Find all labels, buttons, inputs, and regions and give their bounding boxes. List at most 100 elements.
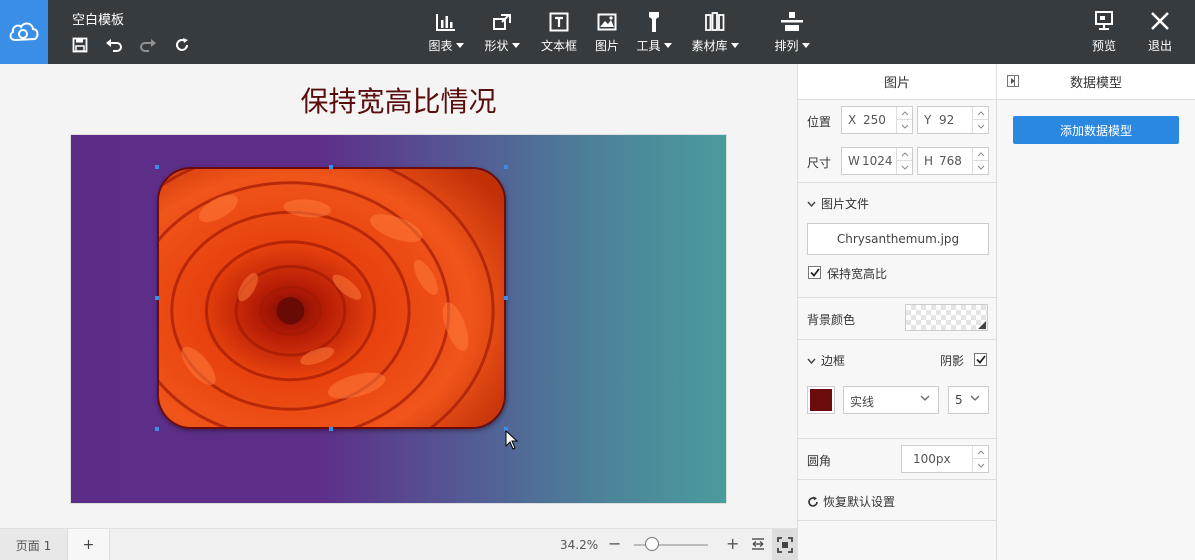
exit-button[interactable]: 退出 <box>1146 10 1174 54</box>
page-tab[interactable]: 页面 1 <box>0 529 68 560</box>
zoom-slider-handle[interactable] <box>645 537 659 551</box>
chevron-down-icon[interactable] <box>973 120 988 133</box>
library-icon <box>705 10 725 34</box>
toolbar-arrange[interactable]: 排列 <box>772 10 812 56</box>
chevron-down-icon[interactable] <box>973 161 988 174</box>
mouse-cursor-icon <box>505 430 519 450</box>
close-icon <box>1151 12 1169 30</box>
fit-width-icon[interactable] <box>750 536 766 555</box>
border-section[interactable]: 边框 <box>807 352 845 369</box>
resize-handle[interactable] <box>155 296 159 300</box>
divider <box>798 297 996 298</box>
fit-screen-icon[interactable] <box>772 529 797 560</box>
toolbar-shape[interactable]: 形状 <box>482 10 522 56</box>
file-name-field[interactable]: Chrysanthemum.jpg <box>807 223 989 255</box>
bg-color-picker[interactable] <box>905 304 988 331</box>
divider <box>798 479 996 480</box>
properties-title[interactable]: 图片 <box>798 64 996 100</box>
toolbar-image[interactable]: 图片 <box>592 10 622 56</box>
keep-ratio-checkbox[interactable] <box>808 266 821 279</box>
zoom-in-button[interactable]: + <box>726 534 739 553</box>
cloud-logo-icon[interactable] <box>0 0 48 64</box>
resize-handle[interactable] <box>329 427 333 431</box>
width-input[interactable]: W 1024 <box>841 147 913 175</box>
toolbar-chart[interactable]: 图表 <box>426 10 466 56</box>
data-model-title[interactable]: 数据模型 <box>997 72 1195 91</box>
border-style-select[interactable]: 实线 <box>843 386 939 414</box>
resize-handle[interactable] <box>155 427 159 431</box>
chevron-up-icon[interactable] <box>973 107 988 120</box>
image-file-label: 图片文件 <box>821 197 870 211</box>
shadow-label: 阴影 <box>940 354 965 368</box>
height-input[interactable]: H 768 <box>917 147 989 175</box>
border-color-picker[interactable] <box>807 386 835 414</box>
toolbar-tool-label: 工具 <box>636 39 661 53</box>
radius-value: 100px <box>913 452 951 466</box>
chevron-down-icon <box>920 395 930 401</box>
chevron-up-icon[interactable] <box>973 148 988 161</box>
resize-handle[interactable] <box>504 296 508 300</box>
divider <box>798 520 996 521</box>
x-input[interactable]: X 250 <box>841 106 913 134</box>
zoom-out-button[interactable]: − <box>608 534 621 553</box>
image-file-section[interactable]: 图片文件 <box>807 195 869 212</box>
collapse-panel-icon[interactable] <box>1007 75 1019 87</box>
chevron-down-icon <box>807 358 816 364</box>
radius-input[interactable]: 100px <box>901 445 989 473</box>
toolbar-textbox[interactable]: 文本框 <box>539 10 579 56</box>
toolbar-library[interactable]: 素材库 <box>688 10 742 56</box>
preview-icon <box>1095 11 1113 30</box>
textbox-icon <box>549 10 569 34</box>
shadow-checkbox[interactable] <box>974 353 987 366</box>
resize-handle[interactable] <box>504 165 508 169</box>
bar-chart-icon <box>436 10 456 34</box>
exit-label: 退出 <box>1147 39 1172 53</box>
chevron-down-icon[interactable] <box>897 161 912 174</box>
image-icon <box>597 10 617 34</box>
bg-color-label: 背景颜色 <box>807 313 856 327</box>
properties-panel: 图片 位置 X 250 Y 92 尺寸 W 1024 H 768 图片文件 Ch… <box>797 64 997 560</box>
border-label: 边框 <box>821 354 846 368</box>
divider <box>798 438 996 439</box>
border-style-value: 实线 <box>850 395 875 409</box>
top-toolbar: 空白模板 图表 形状 文本框 图片 工具 素材库 排列 预览 退出 <box>0 0 1195 64</box>
refresh-icon[interactable] <box>172 36 192 54</box>
chevron-down-icon <box>663 43 672 48</box>
add-data-model-button[interactable]: 添加数据模型 <box>1013 116 1179 144</box>
add-page-button[interactable]: + <box>68 529 110 560</box>
keep-ratio-label[interactable]: 保持宽高比 <box>827 265 887 282</box>
editor-canvas[interactable]: 保持宽高比情况 <box>0 64 797 528</box>
corner-triangle-icon <box>978 321 986 329</box>
chevron-down-icon <box>801 43 810 48</box>
toolbar-tool[interactable]: 工具 <box>632 10 676 56</box>
chevron-up-icon[interactable] <box>897 107 912 120</box>
chevron-down-icon[interactable] <box>897 120 912 133</box>
preview-button[interactable]: 预览 <box>1090 10 1118 54</box>
tool-icon <box>647 10 661 34</box>
chevron-down-icon <box>730 43 739 48</box>
save-icon[interactable] <box>70 36 90 54</box>
chrysanthemum-image <box>159 169 504 427</box>
size-label: 尺寸 <box>807 156 832 170</box>
undo-icon[interactable] <box>104 36 124 54</box>
chevron-up-icon[interactable] <box>897 148 912 161</box>
reset-defaults-button[interactable]: 恢复默认设置 <box>807 493 895 510</box>
border-width-select[interactable]: 5 <box>948 386 989 414</box>
x-value: 250 <box>863 113 886 127</box>
resize-handle[interactable] <box>155 165 159 169</box>
divider <box>798 339 996 340</box>
toolbar-arrange-label: 排列 <box>774 39 799 53</box>
page-heading[interactable]: 保持宽高比情况 <box>0 80 797 120</box>
redo-icon[interactable] <box>138 36 158 54</box>
chevron-down-icon[interactable] <box>973 459 988 472</box>
w-prefix: W <box>848 154 860 168</box>
reset-label: 恢复默认设置 <box>823 495 896 509</box>
toolbar-image-label: 图片 <box>594 39 619 53</box>
document-title[interactable]: 空白模板 <box>72 9 124 28</box>
x-prefix: X <box>848 113 857 127</box>
chevron-up-icon[interactable] <box>973 446 988 459</box>
w-value: 1024 <box>862 154 893 168</box>
resize-handle[interactable] <box>329 165 333 169</box>
y-input[interactable]: Y 92 <box>917 106 989 134</box>
selected-image[interactable] <box>155 165 508 431</box>
